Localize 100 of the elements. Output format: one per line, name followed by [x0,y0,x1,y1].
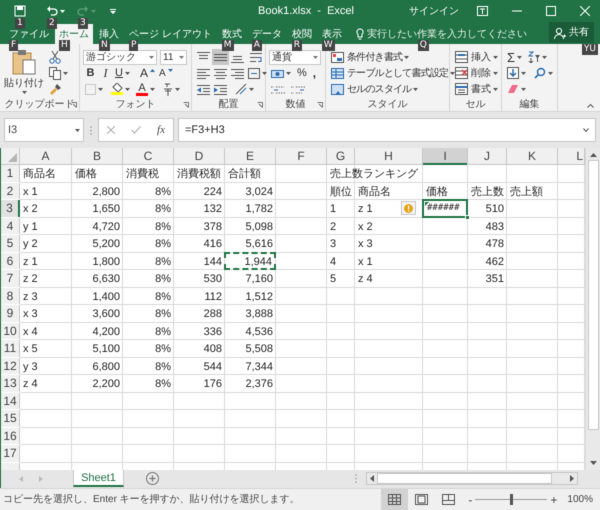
close-icon [580,6,590,16]
caret-icon [521,72,526,74]
sort-icon [528,51,540,63]
cell-command-button[interactable]: 書式 [453,81,498,97]
cell-value: 8% [155,237,171,252]
find-button[interactable] [532,65,555,81]
save-button[interactable] [14,5,26,17]
shrink-font-button[interactable]: A [156,65,175,81]
cell-command-button[interactable]: 削除 [453,65,498,81]
undo-button[interactable] [46,5,65,17]
table-format-icon [331,68,344,78]
cell-value: 1,400 [92,290,120,304]
merge-icon [248,68,260,78]
italic-button[interactable]: I [98,65,113,81]
zoom-level[interactable]: 100% [567,492,593,507]
fill-color-button[interactable] [109,81,132,97]
row-header[interactable]: 10 [1,322,20,339]
sort-filter-button[interactable] [526,49,550,65]
column-header[interactable]: H [355,148,422,165]
row-header[interactable]: 11 [1,340,20,356]
copy-icon [49,66,61,80]
column-header[interactable]: D [174,148,224,165]
keytip-badge: W [322,40,335,51]
row-header[interactable]: 17 [1,445,20,462]
keytip-badge: P [129,40,138,51]
middle-align-button[interactable] [212,49,229,65]
caret-icon [75,128,80,132]
percent-button[interactable]: % [295,65,309,81]
autosum-button[interactable]: Σ [505,49,524,65]
cell-value: z 4 [23,377,38,392]
row-header[interactable]: 4 [1,218,20,234]
column-header[interactable]: K [507,148,557,165]
style-command-button[interactable]: 条件付き書式 [329,49,446,65]
row-header[interactable]: 14 [1,392,20,409]
column-header[interactable]: C [123,148,173,165]
sheet-tab[interactable]: Sheet1 [73,470,124,487]
cell-value: 8% [155,307,171,322]
view-button[interactable] [381,489,408,510]
row-header[interactable]: 5 [1,235,20,252]
row-header[interactable]: 3 [1,200,20,216]
row-header[interactable]: 12 [1,358,20,374]
paste-button[interactable]: 貼り付け [3,49,45,97]
style-command-button[interactable]: セルのスタイル [329,81,446,97]
cell-value: 288 [204,307,222,322]
zoom-out-button[interactable]: - [468,490,472,508]
row-header[interactable]: 16 [1,428,20,444]
zoom-slider[interactable] [475,494,548,505]
name-box[interactable]: I3 [4,118,84,142]
zoom-slider-thumb[interactable] [510,494,513,505]
comma-button[interactable]: , [310,65,318,81]
underline-button[interactable]: U [113,65,132,81]
font-name-dropdown[interactable]: 游ゴシック [83,50,157,64]
caret-icon [149,56,154,58]
column-header[interactable]: G [327,148,354,165]
phonetic-button[interactable] [161,81,182,97]
sign-in-link[interactable]: サインイン [409,4,459,18]
fill-button[interactable] [505,65,528,81]
copy-button[interactable] [47,65,70,81]
cell-value: 8% [155,342,171,357]
column-header[interactable]: J [468,148,506,165]
scrollbar-thumb[interactable] [588,160,598,430]
scroll-right-icon [570,475,574,482]
orientation-button[interactable] [233,81,256,97]
zoom-in-button[interactable]: + [550,490,558,508]
tell-me-field[interactable]: 実行したい作業を入力してください [366,26,531,42]
column-header[interactable]: I [423,148,467,165]
row-header[interactable]: 2 [1,182,20,199]
row-header[interactable]: 1 [1,165,20,182]
check-icon [131,126,142,134]
number-format-dropdown[interactable]: 通貨 [269,50,321,64]
cell-value: 132 [204,202,222,217]
cell-value: 7,344 [245,360,273,374]
align-right-icon [231,68,244,78]
row-header[interactable]: 8 [1,288,20,304]
row-header[interactable]: 13 [1,375,20,392]
row-header[interactable]: 6 [1,252,20,269]
formula-field[interactable]: =F3+H3 [178,118,596,142]
row-header[interactable]: 15 [1,410,20,426]
ribbon-options-icon [477,6,488,16]
scrollbar-thumb[interactable] [377,473,552,484]
cell-command-button[interactable]: 挿入 [453,49,498,65]
column-header[interactable]: F [276,148,326,165]
style-command-button[interactable]: テーブルとして書式設定 [329,65,446,81]
keytip-badge: 3 [78,18,88,29]
column-header[interactable]: L [558,148,584,165]
fill-handle[interactable] [465,214,470,220]
row-header[interactable]: 9 [1,305,20,322]
column-header[interactable]: B [72,148,122,165]
row-header[interactable]: 7 [1,270,20,286]
column-header[interactable]: E [225,148,275,165]
grow-font-button[interactable]: A [138,65,157,81]
merge-button[interactable] [246,65,269,81]
collapse-ribbon-icon [587,104,594,108]
insert-function-button[interactable]: fx [157,122,165,138]
font-color-button[interactable]: A [134,81,157,97]
bold-button[interactable]: B [83,65,98,81]
column-header[interactable]: A [20,148,71,165]
share-button[interactable]: 共有 [549,22,594,43]
active-cell[interactable] [422,199,468,218]
font-size-dropdown[interactable]: 11 [160,50,187,64]
